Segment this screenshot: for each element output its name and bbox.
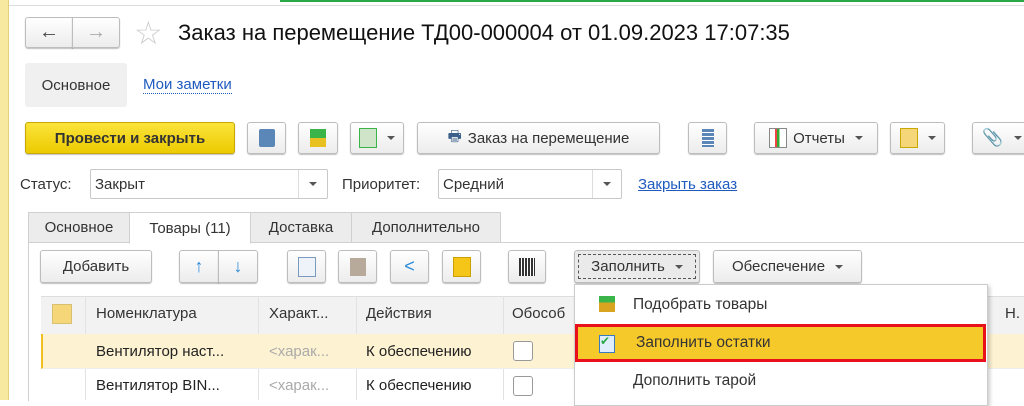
tab-delivery[interactable]: Доставка — [250, 212, 352, 243]
move-down-button[interactable]: ↓ — [218, 250, 258, 283]
row-char: <харак... — [269, 377, 330, 394]
printer-icon: 🖶 — [447, 127, 462, 145]
menu-item-label: Дополнить тарой — [633, 372, 757, 389]
save-button[interactable] — [247, 122, 286, 154]
paperclip-icon: 📎 — [982, 128, 1004, 147]
copy-button[interactable] — [287, 250, 326, 283]
row-action: К обеспечению — [366, 343, 472, 360]
reports-button[interactable]: Отчеты — [754, 122, 878, 154]
menu-item-pick-goods[interactable]: Подобрать товары — [575, 287, 986, 323]
page-title: Заказ на перемещение ТД00-000004 от 01.0… — [178, 20, 790, 45]
arrow-right-icon: → — [86, 21, 106, 43]
move-up-button[interactable]: ↑ — [179, 250, 219, 283]
menu-item-add-packaging[interactable]: Дополнить тарой — [575, 363, 986, 399]
separate-checkbox[interactable] — [513, 376, 533, 396]
menu-item-label: Заполнить остатки — [636, 334, 771, 351]
split-icon: < — [404, 256, 415, 276]
add-label: Добавить — [62, 258, 130, 275]
left-strip — [0, 0, 9, 400]
post-document-icon — [310, 129, 326, 147]
group-button[interactable] — [442, 250, 481, 283]
paste-icon — [349, 257, 366, 276]
reports-label: Отчеты — [793, 129, 845, 147]
report-icon — [769, 128, 788, 148]
arrow-left-icon: ← — [39, 21, 59, 43]
barcode-search-button[interactable] — [508, 250, 546, 283]
fill-button[interactable]: Заполнить — [574, 250, 700, 283]
col-separate[interactable]: Обособ — [512, 305, 565, 322]
forward-button[interactable]: → — [72, 17, 120, 48]
post-and-close-button[interactable]: Провести и закрыть — [25, 122, 235, 154]
favorite-star-icon[interactable]: ☆ — [134, 14, 163, 52]
paste-button[interactable] — [338, 250, 377, 283]
create-based-icon — [359, 128, 377, 148]
menu-item-fill-remains[interactable]: ✔ Заполнить остатки — [575, 324, 986, 362]
close-order-link[interactable]: Закрыть заказ — [638, 176, 737, 193]
priority-field[interactable]: Средний — [438, 169, 622, 199]
post-and-close-label: Провести и закрыть — [54, 129, 206, 147]
priority-value: Средний — [443, 175, 504, 193]
tab-main[interactable]: Основное — [28, 212, 130, 243]
status-dropdown-icon[interactable] — [298, 170, 327, 198]
status-label: Статус: — [20, 176, 72, 193]
col-actions[interactable]: Действия — [366, 305, 432, 322]
row-item: Вентилятор наст... — [96, 343, 225, 360]
col-characteristic[interactable]: Характ... — [269, 305, 328, 322]
col-n[interactable]: Н. — [1005, 305, 1020, 322]
nav-main[interactable]: Основное — [25, 63, 127, 107]
list-icon — [701, 129, 714, 147]
group-icon — [452, 256, 471, 277]
nav-notes-link[interactable]: Мои заметки — [143, 76, 232, 94]
floppy-icon — [258, 129, 275, 147]
menu-item-label: Подобрать товары — [633, 296, 768, 313]
barcode-icon — [519, 257, 535, 276]
row-char: <харак... — [269, 343, 330, 360]
active-window-indicator — [280, 0, 1024, 2]
arrow-down-icon: ↓ — [233, 256, 243, 276]
back-button[interactable]: ← — [25, 17, 73, 48]
copy-icon — [297, 256, 316, 277]
arrow-up-icon: ↑ — [194, 256, 204, 276]
related-docs-icon — [899, 128, 918, 148]
print-label: Заказ на перемещение — [467, 129, 630, 147]
print-button[interactable]: 🖶 Заказ на перемещение — [417, 122, 660, 154]
fill-remains-icon: ✔ — [599, 335, 615, 353]
col-nomenclature[interactable]: Номенклатура — [96, 305, 197, 322]
pick-goods-icon — [599, 296, 615, 312]
row-item: Вентилятор BIN... — [96, 377, 220, 394]
separate-checkbox[interactable] — [513, 341, 533, 361]
status-field[interactable]: Закрыт — [90, 169, 328, 199]
related-docs-button[interactable] — [890, 122, 945, 154]
create-based-on-button[interactable] — [350, 122, 404, 154]
add-button[interactable]: Добавить — [40, 250, 152, 283]
tab-additional[interactable]: Дополнительно — [351, 212, 501, 243]
priority-label: Приоритет: — [342, 176, 421, 193]
fill-label: Заполнить — [591, 258, 665, 275]
tab-goods[interactable]: Товары (11) — [129, 212, 251, 244]
split-button[interactable]: < — [390, 250, 429, 283]
row-action: К обеспечению — [366, 377, 472, 394]
post-button[interactable] — [298, 122, 338, 154]
priority-dropdown-icon[interactable] — [592, 170, 621, 198]
status-value: Закрыт — [95, 175, 145, 193]
attachments-button[interactable]: 📎 — [972, 122, 1024, 154]
supply-button[interactable]: Обеспечение — [713, 250, 862, 283]
table-settings-icon[interactable] — [52, 304, 72, 324]
supply-label: Обеспечение — [731, 258, 826, 275]
structure-button[interactable] — [688, 122, 727, 154]
